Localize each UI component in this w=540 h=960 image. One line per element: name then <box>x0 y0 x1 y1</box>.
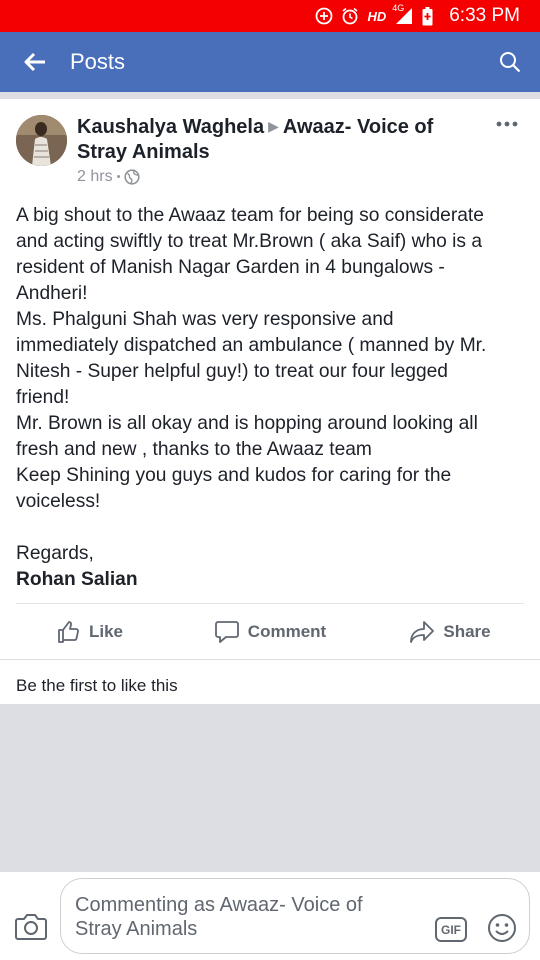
regards-line: Regards, <box>16 543 94 564</box>
network-label: 4G <box>392 3 405 13</box>
body-line: Andheri! <box>16 283 88 304</box>
likes-summary: Be the first to like this <box>16 676 178 695</box>
meta-separator: • <box>116 171 121 183</box>
back-button[interactable] <box>0 32 70 92</box>
emoji-button[interactable] <box>487 913 517 943</box>
comment-placeholder: Commenting as Awaaz- Voice of Stray Anim… <box>75 893 415 941</box>
globe-icon <box>124 169 141 185</box>
body-line: Ms. Phalguni Shah was very responsive an… <box>16 309 394 330</box>
target-page-name-cont[interactable]: Stray Animals <box>77 141 210 163</box>
data-saver-icon <box>315 7 333 25</box>
body-line: voiceless! <box>16 491 101 512</box>
clock: 6:33 PM <box>449 5 520 26</box>
hd-label: HD <box>367 8 387 24</box>
share-button[interactable]: Share <box>360 604 540 659</box>
alarm-icon <box>341 7 359 25</box>
share-label: Share <box>443 621 491 641</box>
body-line: A big shout to the Awaaz team for being … <box>16 205 484 226</box>
post-header-title: Kaushalya Waghela ▶ Awaaz- Voice of Stray … <box>77 114 477 165</box>
page-title: Posts <box>70 49 126 74</box>
to-arrow-icon: ▶ <box>268 118 279 134</box>
post-meta: 2 hrs • <box>77 168 141 186</box>
smiley-icon <box>488 914 516 942</box>
comment-input[interactable]: Commenting as Awaaz- Voice of Stray Anim… <box>60 878 530 954</box>
body-line: immediately dispatched an ambulance ( ma… <box>16 335 487 356</box>
post-body: A big shout to the Awaaz team for being … <box>16 203 528 593</box>
author-avatar[interactable] <box>16 115 67 166</box>
signal-icon: 4G <box>392 3 414 25</box>
comment-label: Comment <box>247 621 327 641</box>
post-time[interactable]: 2 hrs <box>77 168 113 186</box>
author-name[interactable]: Kaushalya Waghela <box>77 116 264 138</box>
body-line: fresh and new , thanks to the Awaaz team <box>16 439 372 460</box>
post-actions: Like Comment Share <box>0 604 540 659</box>
camera-icon <box>15 914 47 940</box>
like-button[interactable]: Like <box>0 604 180 659</box>
thumbs-up-icon <box>58 620 79 643</box>
like-label: Like <box>88 621 124 641</box>
top-divider <box>0 92 540 99</box>
status-bar: HD 4G 6:33 PM <box>0 0 540 32</box>
body-line: Nitesh - Super helpful guy!) to treat ou… <box>16 361 448 382</box>
camera-button[interactable] <box>14 912 48 942</box>
target-page-name[interactable]: Awaaz- Voice of <box>283 116 433 138</box>
signature-name: Rohan Salian <box>16 569 138 590</box>
body-line: friend! <box>16 387 70 408</box>
body-line: Keep Shining you guys and kudos for cari… <box>16 465 452 486</box>
app-bar: Posts <box>0 32 540 92</box>
search-icon <box>500 52 521 73</box>
back-arrow-icon <box>24 52 45 72</box>
body-line: Mr. Brown is all okay and is hopping aro… <box>16 413 478 434</box>
body-line: resident of Manish Nagar Garden in 4 bun… <box>16 257 445 278</box>
placeholder-line-2: Stray Animals <box>75 918 198 940</box>
comment-bubble-icon <box>214 620 239 643</box>
comment-button[interactable]: Comment <box>180 604 360 659</box>
placeholder-line-1: Commenting as Awaaz- Voice of <box>75 894 363 916</box>
more-dots-icon <box>496 121 518 127</box>
share-arrow-icon <box>410 620 435 643</box>
more-options-button[interactable] <box>493 114 521 134</box>
search-button[interactable] <box>480 32 540 92</box>
comment-composer: Commenting as Awaaz- Voice of Stray Anim… <box>0 872 540 960</box>
battery-icon <box>422 6 433 26</box>
comments-area <box>0 704 540 872</box>
likes-divider <box>0 659 540 660</box>
body-line: and acting swiftly to treat Mr.Brown ( a… <box>16 231 483 252</box>
gif-button[interactable]: GIF <box>435 917 467 942</box>
